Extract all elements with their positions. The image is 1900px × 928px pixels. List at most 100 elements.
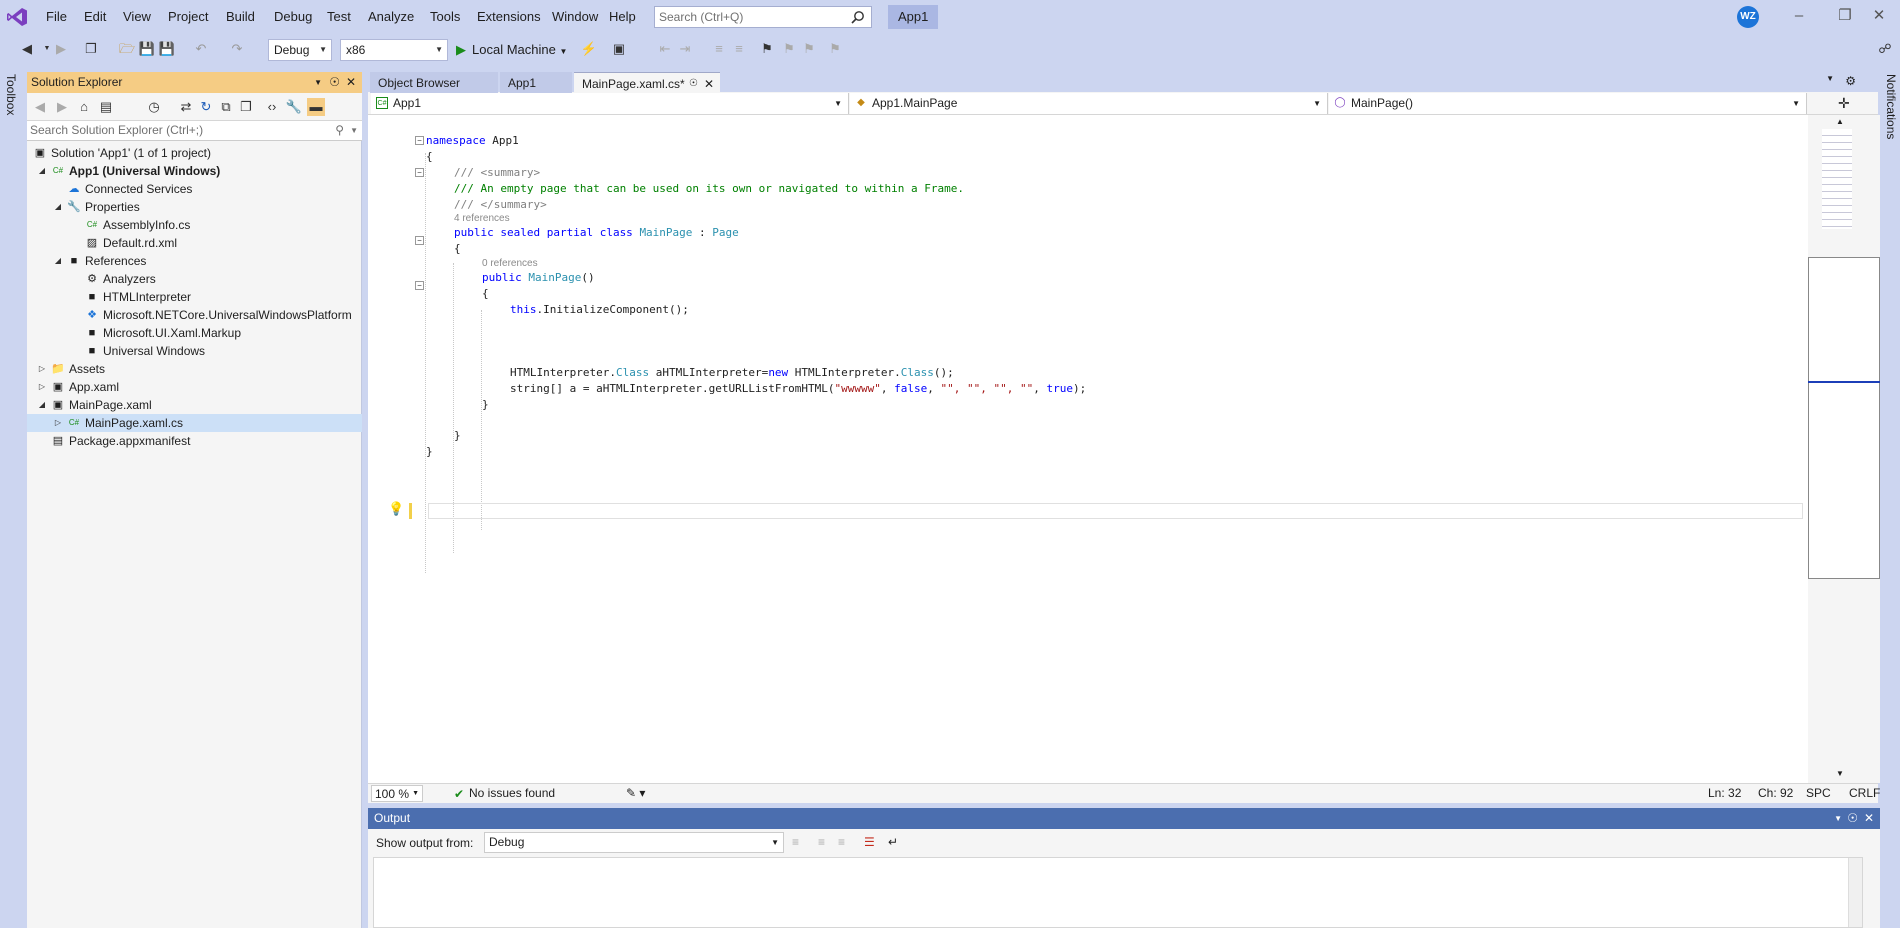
pin-icon[interactable]: ☉: [329, 72, 340, 93]
tree-item[interactable]: ■ Microsoft.UI.Xaml.Markup: [27, 324, 362, 342]
collapsed-arrow-icon[interactable]: ▷: [37, 360, 47, 378]
output-scrollbar[interactable]: [1848, 858, 1862, 927]
tree-item[interactable]: ◢ 🔧 Properties: [27, 198, 362, 216]
menu-test[interactable]: Test: [319, 0, 359, 34]
type-dropdown[interactable]: ◆ App1.MainPage ▼: [850, 93, 1328, 114]
collapsed-arrow-icon[interactable]: ▷: [37, 378, 47, 396]
uncomment-icon[interactable]: ≡: [730, 40, 748, 58]
tab-mainpage-xaml-cs[interactable]: MainPage.xaml.cs* ☉ ✕: [574, 72, 720, 94]
minimap-scrollbar[interactable]: ▲ ▼: [1808, 115, 1880, 783]
menu-edit[interactable]: Edit: [76, 0, 114, 34]
fold-toggle[interactable]: −: [415, 281, 424, 290]
back-icon[interactable]: ◀: [31, 98, 49, 116]
sync-icon[interactable]: ⇄: [177, 98, 195, 116]
menu-view[interactable]: View: [115, 0, 159, 34]
tree-item[interactable]: ▤ Package.appxmanifest: [27, 432, 362, 450]
tree-item[interactable]: ☁ Connected Services: [27, 180, 362, 198]
view-code-icon[interactable]: ‹›: [263, 98, 281, 116]
member-dropdown[interactable]: ◯ MainPage() ▼: [1329, 93, 1807, 114]
whitespace-indicator[interactable]: SPC: [1806, 784, 1831, 803]
platform-select[interactable]: x86 ▼: [340, 39, 448, 61]
tree-item[interactable]: ◢ ■ References: [27, 252, 362, 270]
tree-item[interactable]: ▣ Solution 'App1' (1 of 1 project): [27, 144, 362, 162]
pin-icon[interactable]: ☉: [689, 73, 698, 95]
menu-tools[interactable]: Tools: [422, 0, 468, 34]
scroll-up-icon[interactable]: ▲: [1836, 117, 1844, 126]
expanded-arrow-icon[interactable]: ◢: [37, 396, 47, 414]
new-project-icon[interactable]: ❐: [82, 40, 100, 58]
chevron-down-icon[interactable]: ▼: [1834, 808, 1842, 829]
menu-project[interactable]: Project: [160, 0, 216, 34]
home-icon[interactable]: ⌂: [75, 98, 93, 116]
close-icon[interactable]: ✕: [346, 72, 356, 93]
column-indicator[interactable]: Ch: 92: [1758, 784, 1793, 803]
menu-extensions[interactable]: Extensions: [469, 0, 549, 34]
tree-item[interactable]: ⚙ Analyzers: [27, 270, 362, 288]
chevron-down-icon[interactable]: ▼: [314, 72, 322, 93]
properties-icon[interactable]: 🔧: [285, 98, 303, 116]
pending-changes-filter-icon[interactable]: ◷: [145, 98, 163, 116]
search-input[interactable]: Search (Ctrl+Q): [654, 6, 872, 28]
line-indicator[interactable]: Ln: 32: [1708, 784, 1741, 803]
lightbulb-icon[interactable]: 💡: [388, 501, 404, 517]
forward-icon[interactable]: ▶: [52, 40, 70, 58]
clear-all-icon[interactable]: ☰: [864, 835, 875, 849]
zoom-select[interactable]: 100 % ▼: [371, 785, 423, 802]
close-window-icon[interactable]: ✕: [1856, 0, 1900, 34]
notifications-strip[interactable]: Notifications: [1880, 70, 1900, 928]
bookmark-icon[interactable]: ⚑: [758, 40, 776, 58]
code-lens-references[interactable]: 0 references: [482, 257, 538, 270]
code-editor[interactable]: − − − − 💡 namespace App1 { /// <summary>…: [368, 115, 1808, 783]
expanded-arrow-icon[interactable]: ◢: [37, 162, 47, 180]
save-icon[interactable]: 💾: [138, 40, 156, 58]
next-message-icon[interactable]: ≡: [838, 835, 845, 849]
expanded-arrow-icon[interactable]: ◢: [53, 198, 63, 216]
fold-toggle[interactable]: −: [415, 168, 424, 177]
menu-build[interactable]: Build: [218, 0, 263, 34]
tree-item[interactable]: ❖ Microsoft.NETCore.UniversalWindowsPlatf…: [27, 306, 362, 324]
gear-icon[interactable]: ⚙: [1845, 74, 1856, 88]
line-ending-indicator[interactable]: CRLF: [1849, 784, 1880, 803]
tree-item[interactable]: ◢ ▣ MainPage.xaml: [27, 396, 362, 414]
expanded-arrow-icon[interactable]: ◢: [53, 252, 63, 270]
redo-icon[interactable]: ↷: [228, 40, 246, 58]
menu-debug[interactable]: Debug: [266, 0, 320, 34]
tree-item[interactable]: ▷ 📁 Assets: [27, 360, 362, 378]
live-share-icon[interactable]: ☍: [1876, 40, 1894, 58]
solution-explorer-search-input[interactable]: Search Solution Explorer (Ctrl+;) ⚲ ▼: [27, 121, 362, 141]
refresh-icon[interactable]: ↻: [197, 98, 215, 116]
clear-bookmarks-icon[interactable]: ⚑: [826, 40, 844, 58]
undo-icon[interactable]: ↶: [192, 40, 210, 58]
indent-icon[interactable]: ⇤: [656, 40, 674, 58]
switch-views-icon[interactable]: ▤: [97, 98, 115, 116]
toolbox-tab[interactable]: Toolbox: [4, 74, 18, 115]
notifications-tab[interactable]: Notifications: [1884, 74, 1898, 139]
chevron-down-icon[interactable]: ▼: [1826, 74, 1834, 83]
issues-status[interactable]: No issues found: [469, 784, 555, 803]
back-icon[interactable]: ◀: [18, 40, 36, 58]
toolbox-strip[interactable]: Toolbox: [0, 70, 22, 928]
start-debugging-button[interactable]: ▶ Local Machine ▼: [456, 39, 567, 61]
preview-icon[interactable]: ▬: [307, 98, 325, 116]
close-icon[interactable]: ✕: [704, 73, 714, 95]
user-avatar[interactable]: WZ: [1737, 6, 1759, 28]
show-all-files-icon[interactable]: ❐: [237, 98, 255, 116]
code-lens-references[interactable]: 4 references: [454, 212, 510, 225]
visual-studio-logo-icon[interactable]: [6, 7, 28, 27]
outdent-icon[interactable]: ⇥: [676, 40, 694, 58]
pin-icon[interactable]: ☉: [1847, 808, 1858, 829]
code-cleanup-icon[interactable]: ✎ ▾: [626, 784, 645, 803]
comment-icon[interactable]: ≡: [710, 40, 728, 58]
save-all-icon[interactable]: 💾: [158, 40, 176, 58]
scroll-down-icon[interactable]: ▼: [1836, 769, 1844, 778]
word-wrap-icon[interactable]: ↵: [888, 835, 898, 849]
find-message-icon[interactable]: ≡: [792, 835, 799, 849]
forward-icon[interactable]: ▶: [53, 98, 71, 116]
open-folder-icon[interactable]: 🗁: [118, 40, 136, 58]
collapse-all-icon[interactable]: ⧉: [217, 98, 235, 116]
menu-analyze[interactable]: Analyze: [360, 0, 422, 34]
tree-item[interactable]: ▷ ▣ App.xaml: [27, 378, 362, 396]
prev-message-icon[interactable]: ≡: [818, 835, 825, 849]
tree-item[interactable]: ▷ C# MainPage.xaml.cs: [27, 414, 362, 432]
tree-item[interactable]: ◢ C# App1 (Universal Windows): [27, 162, 362, 180]
